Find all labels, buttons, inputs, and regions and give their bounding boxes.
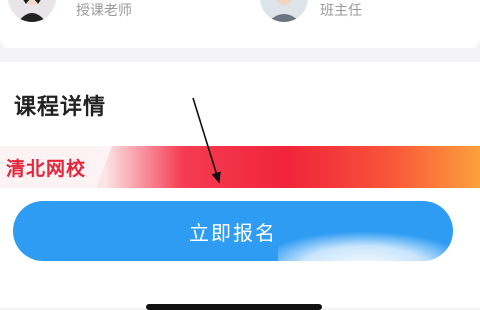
signup-button[interactable]: 立即报名 [13, 201, 453, 261]
brand-logo: 清北网校 [6, 158, 87, 180]
teachers-card: 授课老师 班主任 [0, 0, 480, 48]
teacher-role-label: 授课老师 [76, 3, 132, 19]
course-details-title: 课程详情 [14, 95, 107, 120]
teacher-avatar-icon [8, 0, 56, 22]
brand-banner: 清北网校 [0, 146, 480, 188]
home-indicator [146, 304, 322, 310]
headteacher-role-label: 班主任 [320, 3, 362, 19]
headteacher-avatar-icon [260, 0, 308, 22]
